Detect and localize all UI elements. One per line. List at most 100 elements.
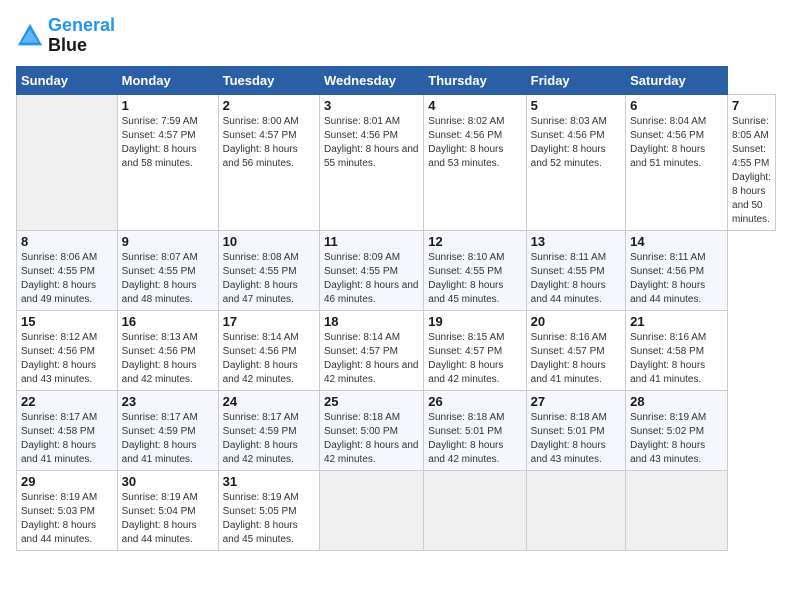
calendar-cell: 8 Sunrise: 8:06 AMSunset: 4:55 PMDaylight… [17,230,118,310]
calendar-cell: 17 Sunrise: 8:14 AMSunset: 4:56 PMDayligh… [218,310,319,390]
day-detail: Sunrise: 8:17 AMSunset: 4:58 PMDaylight:… [21,411,113,467]
calendar-cell: 30 Sunrise: 8:19 AMSunset: 5:04 PMDayligh… [117,470,218,550]
day-number: 10 [223,234,315,249]
day-number: 19 [428,314,521,329]
day-number: 7 [732,98,771,113]
calendar-cell: 19 Sunrise: 8:15 AMSunset: 4:57 PMDayligh… [424,310,526,390]
calendar-week-row: 15 Sunrise: 8:12 AMSunset: 4:56 PMDayligh… [17,310,776,390]
day-detail: Sunrise: 8:14 AMSunset: 4:56 PMDaylight:… [223,331,315,387]
calendar-cell [526,470,625,550]
calendar-cell: 14 Sunrise: 8:11 AMSunset: 4:56 PMDayligh… [626,230,728,310]
calendar-cell: 23Sunrise: 8:17 AMSunset: 4:59 PMDayligh… [117,390,218,470]
calendar-cell: 1 Sunrise: 7:59 AMSunset: 4:57 PMDaylight… [117,94,218,230]
calendar-cell: 3 Sunrise: 8:01 AMSunset: 4:56 PMDaylight… [319,94,423,230]
calendar-week-row: 22 Sunrise: 8:17 AMSunset: 4:58 PMDayligh… [17,390,776,470]
day-number: 21 [630,314,723,329]
day-number: 26 [428,394,521,409]
logo: General Blue [16,16,115,56]
calendar-cell: 18Sunrise: 8:14 AMSunset: 4:57 PMDayligh… [319,310,423,390]
calendar-cell: 12 Sunrise: 8:10 AMSunset: 4:55 PMDayligh… [424,230,526,310]
day-number: 4 [428,98,521,113]
day-detail: Sunrise: 8:15 AMSunset: 4:57 PMDaylight:… [428,331,521,387]
day-detail: Sunrise: 8:10 AMSunset: 4:55 PMDaylight:… [428,251,521,307]
calendar-cell: 31 Sunrise: 8:19 AMSunset: 5:05 PMDayligh… [218,470,319,550]
calendar-header-row: SundayMondayTuesdayWednesdayThursdayFrid… [17,66,776,94]
day-detail: Sunrise: 8:19 AMSunset: 5:05 PMDaylight:… [223,491,315,547]
day-number: 2 [223,98,315,113]
day-header-saturday: Saturday [626,66,728,94]
day-number: 29 [21,474,113,489]
day-number: 27 [531,394,621,409]
day-number: 9 [122,234,214,249]
calendar-cell: 22 Sunrise: 8:17 AMSunset: 4:58 PMDayligh… [17,390,118,470]
day-detail: Sunrise: 8:06 AMSunset: 4:55 PMDaylight:… [21,251,113,307]
day-detail: Sunrise: 8:19 AMSunset: 5:03 PMDaylight:… [21,491,113,547]
calendar-cell [17,94,118,230]
calendar-cell: 2 Sunrise: 8:00 AMSunset: 4:57 PMDaylight… [218,94,319,230]
calendar-body: 1 Sunrise: 7:59 AMSunset: 4:57 PMDaylight… [17,94,776,550]
day-number: 23 [122,394,214,409]
day-detail: Sunrise: 8:14 AMSunset: 4:57 PMDaylight:… [324,331,419,387]
day-detail: Sunrise: 8:17 AMSunset: 4:59 PMDaylight:… [223,411,315,467]
day-number: 1 [122,98,214,113]
day-header-thursday: Thursday [424,66,526,94]
calendar-cell: 7 Sunrise: 8:05 AMSunset: 4:55 PMDaylight… [728,94,776,230]
day-number: 12 [428,234,521,249]
day-header-monday: Monday [117,66,218,94]
day-number: 11 [324,234,419,249]
day-detail: Sunrise: 8:11 AMSunset: 4:56 PMDaylight:… [630,251,723,307]
day-detail: Sunrise: 8:19 AMSunset: 5:02 PMDaylight:… [630,411,723,467]
day-number: 31 [223,474,315,489]
day-number: 17 [223,314,315,329]
day-number: 3 [324,98,419,113]
day-number: 22 [21,394,113,409]
day-detail: Sunrise: 8:09 AMSunset: 4:55 PMDaylight:… [324,251,419,307]
day-detail: Sunrise: 8:18 AMSunset: 5:01 PMDaylight:… [531,411,621,467]
calendar-cell: 16Sunrise: 8:13 AMSunset: 4:56 PMDayligh… [117,310,218,390]
day-detail: Sunrise: 8:12 AMSunset: 4:56 PMDaylight:… [21,331,113,387]
day-detail: Sunrise: 8:13 AMSunset: 4:56 PMDaylight:… [122,331,214,387]
day-header-sunday: Sunday [17,66,118,94]
calendar-cell: 5Sunrise: 8:03 AMSunset: 4:56 PMDaylight… [526,94,625,230]
calendar-cell: 13Sunrise: 8:11 AMSunset: 4:55 PMDayligh… [526,230,625,310]
day-header-wednesday: Wednesday [319,66,423,94]
day-detail: Sunrise: 8:04 AMSunset: 4:56 PMDaylight:… [630,115,723,171]
day-detail: Sunrise: 8:19 AMSunset: 5:04 PMDaylight:… [122,491,214,547]
calendar-cell: 11 Sunrise: 8:09 AMSunset: 4:55 PMDayligh… [319,230,423,310]
day-number: 5 [531,98,621,113]
calendar-week-row: 1 Sunrise: 7:59 AMSunset: 4:57 PMDaylight… [17,94,776,230]
day-detail: Sunrise: 8:16 AMSunset: 4:57 PMDaylight:… [531,331,621,387]
header: General Blue [16,16,776,56]
day-number: 6 [630,98,723,113]
day-number: 8 [21,234,113,249]
calendar-cell: 15 Sunrise: 8:12 AMSunset: 4:56 PMDayligh… [17,310,118,390]
day-number: 28 [630,394,723,409]
day-detail: Sunrise: 7:59 AMSunset: 4:57 PMDaylight:… [122,115,214,171]
calendar-table: SundayMondayTuesdayWednesdayThursdayFrid… [16,66,776,551]
calendar-week-row: 8 Sunrise: 8:06 AMSunset: 4:55 PMDaylight… [17,230,776,310]
calendar-cell [424,470,526,550]
day-detail: Sunrise: 8:16 AMSunset: 4:58 PMDaylight:… [630,331,723,387]
calendar-week-row: 29 Sunrise: 8:19 AMSunset: 5:03 PMDayligh… [17,470,776,550]
calendar-cell [319,470,423,550]
calendar-cell: 20 Sunrise: 8:16 AMSunset: 4:57 PMDayligh… [526,310,625,390]
day-detail: Sunrise: 8:05 AMSunset: 4:55 PMDaylight:… [732,115,771,227]
calendar-cell: 9 Sunrise: 8:07 AMSunset: 4:55 PMDaylight… [117,230,218,310]
day-number: 20 [531,314,621,329]
day-detail: Sunrise: 8:07 AMSunset: 4:55 PMDaylight:… [122,251,214,307]
day-detail: Sunrise: 8:00 AMSunset: 4:57 PMDaylight:… [223,115,315,171]
day-number: 14 [630,234,723,249]
day-header-friday: Friday [526,66,625,94]
day-number: 15 [21,314,113,329]
logo-text: General Blue [48,16,115,56]
day-detail: Sunrise: 8:01 AMSunset: 4:56 PMDaylight:… [324,115,419,171]
day-number: 30 [122,474,214,489]
day-detail: Sunrise: 8:18 AMSunset: 5:01 PMDaylight:… [428,411,521,467]
calendar-cell: 29 Sunrise: 8:19 AMSunset: 5:03 PMDayligh… [17,470,118,550]
calendar-cell: 28 Sunrise: 8:19 AMSunset: 5:02 PMDayligh… [626,390,728,470]
day-number: 24 [223,394,315,409]
calendar-cell: 24 Sunrise: 8:17 AMSunset: 4:59 PMDayligh… [218,390,319,470]
day-header-tuesday: Tuesday [218,66,319,94]
calendar-cell: 6 Sunrise: 8:04 AMSunset: 4:56 PMDaylight… [626,94,728,230]
calendar-cell: 25Sunrise: 8:18 AMSunset: 5:00 PMDayligh… [319,390,423,470]
